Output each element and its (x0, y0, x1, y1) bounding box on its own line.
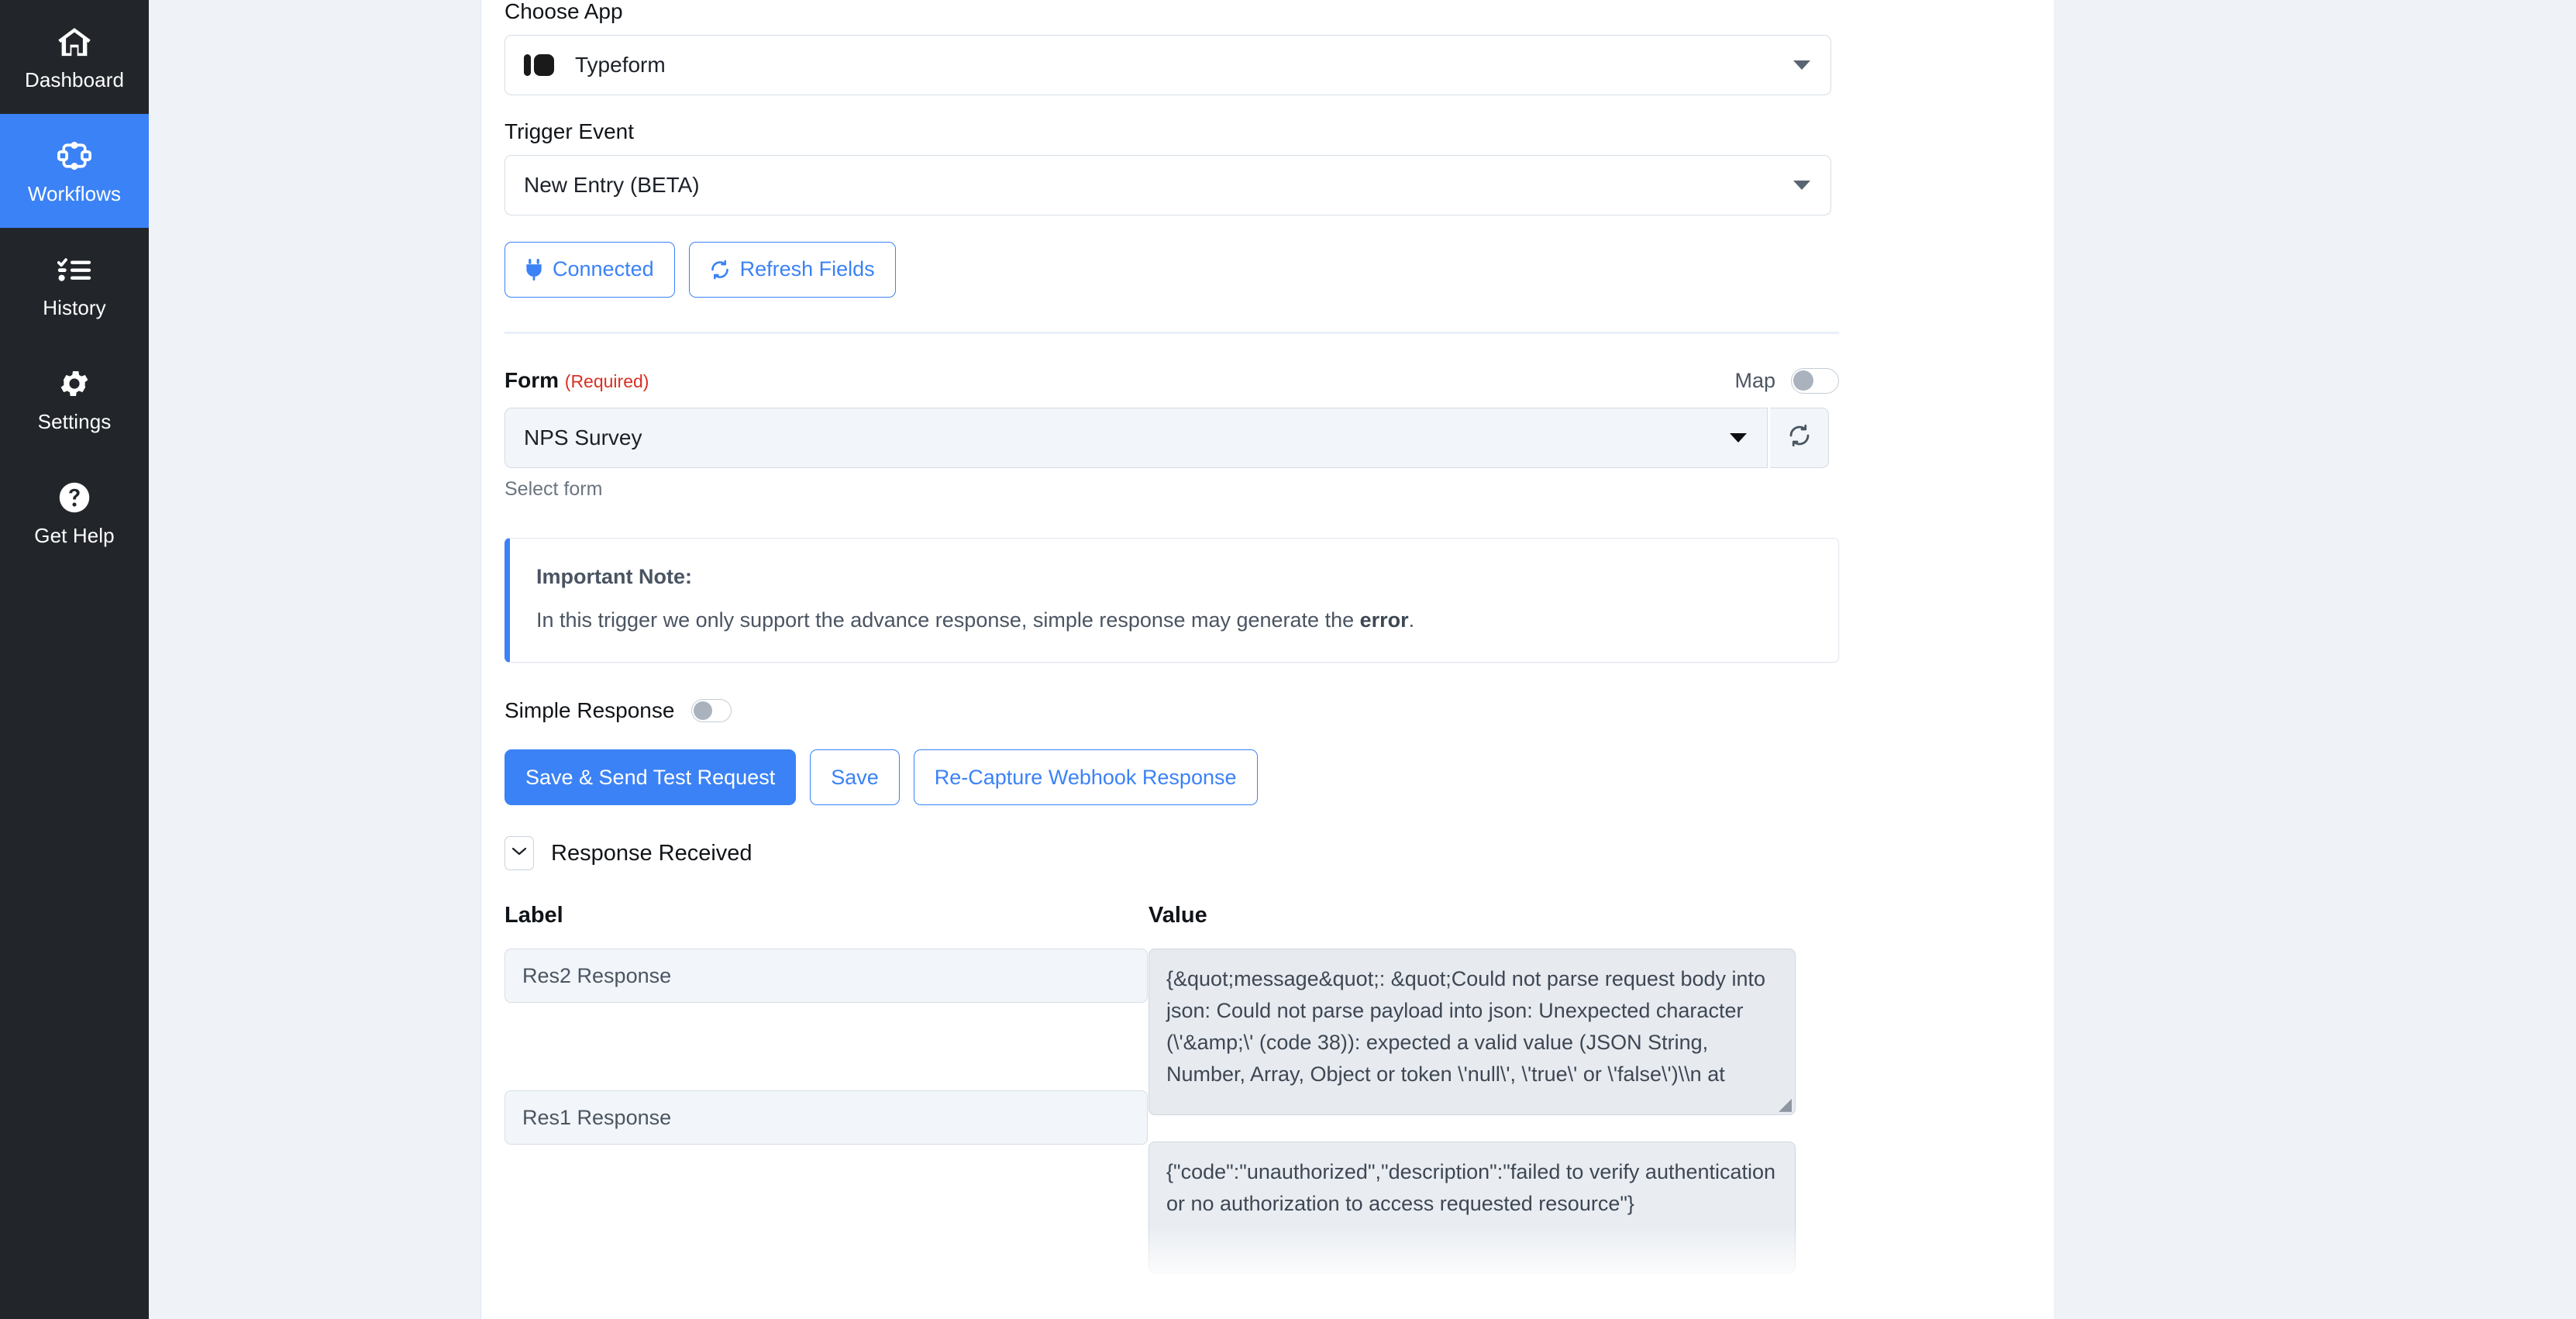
sidebar-item-history[interactable]: History (0, 228, 149, 342)
page-backdrop: Choose App Typeform Trigger Event New En… (149, 0, 2576, 1319)
trigger-event-select[interactable]: New Entry (BETA) (505, 154, 1831, 215)
map-toggle-knob (1793, 370, 1813, 391)
trigger-event-label: Trigger Event (505, 119, 635, 143)
sidebar: Dashboard Workflows History Settings Get… (0, 0, 149, 1319)
simple-response-row: Simple Response (505, 698, 2037, 723)
value-column-header: Value (1149, 903, 1207, 928)
label-column-header: Label (505, 903, 563, 928)
history-list-icon (57, 252, 92, 288)
gear-icon (57, 366, 92, 401)
response-label-input-1[interactable]: Res1 Response (505, 1090, 1148, 1145)
typeform-icon (524, 50, 555, 81)
sidebar-item-label: Workflows (27, 182, 122, 205)
response-value-text-0: {&quot;message&quot;: &quot;Could not pa… (1166, 967, 1766, 1087)
workflow-icon (57, 138, 92, 174)
choose-app-select[interactable]: Typeform (505, 34, 1831, 95)
important-note-body: In this trigger we only support the adva… (536, 606, 1813, 634)
chevron-down-icon (1793, 180, 1810, 190)
form-action-buttons: Save & Send Test Request Save Re-Capture… (505, 749, 2037, 806)
choose-app-value: Typeform (575, 52, 666, 77)
sidebar-item-label: Dashboard (24, 68, 125, 91)
trigger-event-value: New Entry (BETA) (524, 172, 700, 197)
connection-actions: Connected Refresh Fields (505, 241, 2037, 298)
sidebar-item-workflows[interactable]: Workflows (0, 114, 149, 228)
important-note-card: Important Note: In this trigger we only … (505, 537, 1839, 663)
response-received-header[interactable]: Response Received (505, 836, 2037, 871)
note-body-after: . (1408, 608, 1415, 632)
response-table: Label Res2 Response Res1 Response Value … (505, 903, 1839, 1274)
form-select[interactable]: NPS Survey (505, 407, 1768, 468)
refresh-icon (710, 260, 730, 280)
home-icon (57, 24, 92, 60)
sidebar-item-label: History (43, 296, 106, 319)
response-value-textarea-1[interactable]: {"code":"unauthorized","description":"fa… (1149, 1142, 1796, 1274)
app-root: Dashboard Workflows History Settings Get… (0, 0, 2576, 1319)
form-field-label-text: Form (505, 367, 559, 392)
sidebar-item-dashboard[interactable]: Dashboard (0, 0, 149, 114)
map-toggle-group: Map (1734, 367, 1839, 394)
refresh-fields-button[interactable]: Refresh Fields (688, 241, 896, 298)
chevron-down-icon (1793, 60, 1810, 70)
map-label: Map (1734, 368, 1775, 392)
refresh-icon (1788, 424, 1811, 451)
response-value-textarea-0[interactable]: {&quot;message&quot;: &quot;Could not pa… (1149, 949, 1796, 1116)
chevron-down-icon (1730, 432, 1747, 443)
simple-response-toggle[interactable] (691, 699, 732, 723)
form-select-helper: Select form (505, 477, 603, 500)
question-circle-icon (57, 480, 92, 515)
save-and-send-test-request-button[interactable]: Save & Send Test Request (505, 749, 797, 806)
response-received-title: Response Received (551, 840, 752, 866)
note-body-before: In this trigger we only support the adva… (536, 608, 1360, 632)
form-field-label: Form (Required) (505, 367, 649, 393)
sidebar-item-label: Settings (37, 410, 112, 433)
plug-icon (525, 258, 542, 281)
value-column: Value {&quot;message&quot;: &quot;Could … (1149, 903, 1839, 1274)
form-refresh-button[interactable] (1770, 407, 1829, 468)
form-field-header: Form (Required) Map (505, 367, 1839, 394)
label-column: Label Res2 Response Res1 Response (505, 903, 1148, 1273)
form-select-value: NPS Survey (524, 425, 642, 449)
simple-response-label: Simple Response (505, 698, 675, 723)
trigger-config-panel: Choose App Typeform Trigger Event New En… (480, 0, 2054, 1319)
important-note-title: Important Note: (536, 564, 692, 588)
sidebar-item-settings[interactable]: Settings (0, 342, 149, 456)
section-divider (505, 331, 1839, 334)
note-body-strong: error (1359, 608, 1409, 632)
chevron-down-icon (511, 846, 527, 860)
connected-button[interactable]: Connected (505, 241, 675, 298)
simple-response-toggle-knob (694, 701, 713, 721)
save-button[interactable]: Save (810, 749, 900, 806)
connected-label: Connected (553, 257, 654, 281)
sidebar-item-get-help[interactable]: Get Help (0, 456, 149, 570)
response-received-toggle[interactable] (505, 836, 534, 871)
form-field-required: (Required) (564, 370, 649, 391)
response-value-text-1: {"code":"unauthorized","description":"fa… (1166, 1160, 1776, 1216)
recapture-webhook-response-button[interactable]: Re-Capture Webhook Response (913, 749, 1258, 806)
sidebar-item-label: Get Help (34, 524, 115, 547)
map-toggle[interactable] (1791, 367, 1839, 394)
resize-grip-icon[interactable]: ◢ (1779, 1096, 1792, 1113)
choose-app-label: Choose App (505, 0, 623, 23)
form-select-group: NPS Survey (505, 407, 2037, 468)
refresh-fields-label: Refresh Fields (739, 257, 875, 281)
response-label-input-0[interactable]: Res2 Response (505, 949, 1148, 1004)
